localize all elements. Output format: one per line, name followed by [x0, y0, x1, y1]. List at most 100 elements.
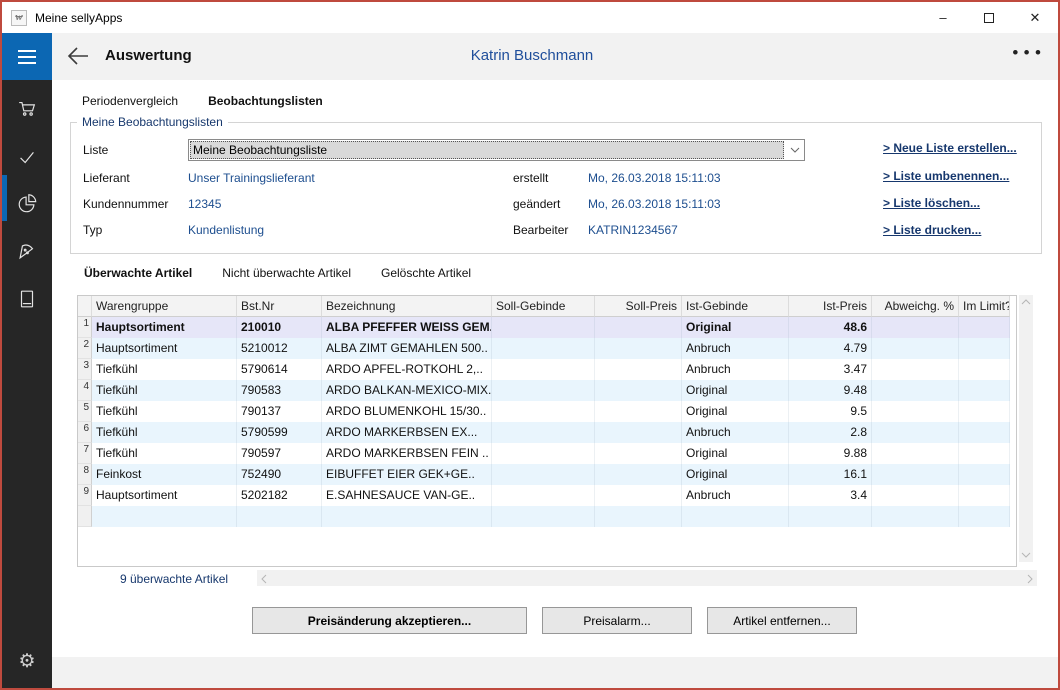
- tab-nicht-ueberwachte-artikel[interactable]: Nicht überwachte Artikel: [222, 266, 351, 280]
- maximize-icon[interactable]: [966, 2, 1012, 33]
- column-header-soll_preis[interactable]: Soll-Preis: [595, 296, 682, 317]
- cell-soll_preis[interactable]: [595, 359, 682, 380]
- cell-soll_gebinde[interactable]: [492, 443, 595, 464]
- cell-ist_gebinde[interactable]: Anbruch: [682, 422, 789, 443]
- cell-ist_preis[interactable]: 3.4: [789, 485, 872, 506]
- cell-ist_preis[interactable]: 9.48: [789, 380, 872, 401]
- cell-abweichg[interactable]: [872, 464, 959, 485]
- cell-bstnr[interactable]: 5210012: [237, 338, 322, 359]
- column-header-ist_gebinde[interactable]: Ist-Gebinde: [682, 296, 789, 317]
- cell-soll_gebinde[interactable]: [492, 359, 595, 380]
- gear-icon[interactable]: ⚙: [2, 650, 52, 680]
- back-arrow-icon[interactable]: [66, 45, 92, 69]
- horizontal-scrollbar[interactable]: [257, 570, 1037, 586]
- cell-bezeichnung[interactable]: E.SAHNESAUCE VAN-GE..: [322, 485, 492, 506]
- cell-soll_preis[interactable]: [595, 464, 682, 485]
- cell-warengruppe[interactable]: Tiefkühl: [92, 422, 237, 443]
- cell-im_limit[interactable]: [959, 359, 1010, 380]
- preisalarm-button[interactable]: Preisalarm...: [542, 607, 692, 634]
- chevron-down-icon[interactable]: [785, 140, 804, 160]
- cell-bezeichnung[interactable]: ARDO BALKAN-MEXICO-MIX..: [322, 380, 492, 401]
- cell-abweichg[interactable]: [872, 359, 959, 380]
- cell-im_limit[interactable]: [959, 338, 1010, 359]
- cell-soll_preis[interactable]: [595, 401, 682, 422]
- cell-soll_gebinde[interactable]: [492, 380, 595, 401]
- cell-bezeichnung[interactable]: ALBA PFEFFER WEISS GEM..: [322, 317, 492, 338]
- hamburger-menu-icon[interactable]: [2, 33, 52, 80]
- cell-soll_gebinde[interactable]: [492, 464, 595, 485]
- cell-bstnr[interactable]: 790583: [237, 380, 322, 401]
- pizza-slice-icon[interactable]: [2, 231, 52, 271]
- column-header-bezeichnung[interactable]: Bezeichnung: [322, 296, 492, 317]
- artikel-entfernen-button[interactable]: Artikel entfernen...: [707, 607, 857, 634]
- tab-beobachtungslisten[interactable]: Beobachtungslisten: [208, 94, 323, 108]
- cell-bstnr[interactable]: 210010: [237, 317, 322, 338]
- cell-warengruppe[interactable]: [92, 506, 237, 527]
- cell-bezeichnung[interactable]: ARDO MARKERBSEN FEIN ..: [322, 443, 492, 464]
- cell-soll_gebinde[interactable]: [492, 317, 595, 338]
- cell-warengruppe[interactable]: Hauptsortiment: [92, 317, 237, 338]
- cell-ist_gebinde[interactable]: Original: [682, 380, 789, 401]
- cell-bstnr[interactable]: [237, 506, 322, 527]
- table-row[interactable]: 5Tiefkühl790137ARDO BLUMENKOHL 15/30..Or…: [78, 401, 1016, 422]
- cell-ist_gebinde[interactable]: [682, 506, 789, 527]
- cell-bezeichnung[interactable]: ALBA ZIMT GEMAHLEN 500..: [322, 338, 492, 359]
- cell-ist_gebinde[interactable]: Anbruch: [682, 485, 789, 506]
- shopping-cart-icon[interactable]: [2, 89, 52, 129]
- cell-soll_gebinde[interactable]: [492, 485, 595, 506]
- table-row[interactable]: 8Feinkost752490EIBUFFET EIER GEK+GE..Ori…: [78, 464, 1016, 485]
- cell-ist_preis[interactable]: 9.5: [789, 401, 872, 422]
- pie-chart-icon[interactable]: [2, 183, 52, 223]
- cell-bstnr[interactable]: 752490: [237, 464, 322, 485]
- cell-soll_preis[interactable]: [595, 485, 682, 506]
- cell-soll_preis[interactable]: [595, 380, 682, 401]
- cell-soll_gebinde[interactable]: [492, 401, 595, 422]
- cell-warengruppe[interactable]: Tiefkühl: [92, 380, 237, 401]
- table-row[interactable]: 1Hauptsortiment210010ALBA PFEFFER WEISS …: [78, 317, 1016, 338]
- cell-soll_preis[interactable]: [595, 506, 682, 527]
- more-options-icon[interactable]: • • •: [1012, 43, 1042, 63]
- cell-ist_gebinde[interactable]: Original: [682, 401, 789, 422]
- cell-bstnr[interactable]: 5790599: [237, 422, 322, 443]
- link-liste-drucken[interactable]: > Liste drucken...: [883, 223, 981, 237]
- cell-soll_gebinde[interactable]: [492, 338, 595, 359]
- column-header-soll_gebinde[interactable]: Soll-Gebinde: [492, 296, 595, 317]
- cell-ist_preis[interactable]: 4.79: [789, 338, 872, 359]
- cell-im_limit[interactable]: [959, 464, 1010, 485]
- cell-abweichg[interactable]: [872, 317, 959, 338]
- column-header-im_limit[interactable]: Im Limit?: [959, 296, 1010, 317]
- cell-ist_preis[interactable]: 16.1: [789, 464, 872, 485]
- cell-abweichg[interactable]: [872, 485, 959, 506]
- cell-ist_preis[interactable]: 2.8: [789, 422, 872, 443]
- cell-ist_preis[interactable]: 48.6: [789, 317, 872, 338]
- cell-bstnr[interactable]: 790137: [237, 401, 322, 422]
- cell-ist_gebinde[interactable]: Anbruch: [682, 359, 789, 380]
- cell-abweichg[interactable]: [872, 443, 959, 464]
- cell-ist_gebinde[interactable]: Original: [682, 443, 789, 464]
- cell-bezeichnung[interactable]: ARDO APFEL-ROTKOHL 2,..: [322, 359, 492, 380]
- cell-bstnr[interactable]: 5202182: [237, 485, 322, 506]
- vertical-scrollbar[interactable]: [1019, 295, 1033, 562]
- table-row[interactable]: 9Hauptsortiment5202182E.SAHNESAUCE VAN-G…: [78, 485, 1016, 506]
- cell-soll_gebinde[interactable]: [492, 422, 595, 443]
- column-header-abweichg[interactable]: Abweichg. %: [872, 296, 959, 317]
- link-liste-umbenennen[interactable]: > Liste umbenennen...: [883, 169, 1009, 183]
- cell-bstnr[interactable]: 5790614: [237, 359, 322, 380]
- cell-abweichg[interactable]: [872, 338, 959, 359]
- cell-im_limit[interactable]: [959, 317, 1010, 338]
- cell-soll_preis[interactable]: [595, 422, 682, 443]
- table-row[interactable]: 4Tiefkühl790583ARDO BALKAN-MEXICO-MIX..O…: [78, 380, 1016, 401]
- cell-abweichg[interactable]: [872, 506, 959, 527]
- cell-warengruppe[interactable]: Tiefkühl: [92, 401, 237, 422]
- cell-soll_preis[interactable]: [595, 443, 682, 464]
- cell-im_limit[interactable]: [959, 506, 1010, 527]
- cell-ist_preis[interactable]: [789, 506, 872, 527]
- cell-im_limit[interactable]: [959, 422, 1010, 443]
- cell-bezeichnung[interactable]: [322, 506, 492, 527]
- book-icon[interactable]: [2, 279, 52, 319]
- link-liste-loeschen[interactable]: > Liste löschen...: [883, 196, 980, 210]
- cell-abweichg[interactable]: [872, 401, 959, 422]
- cell-soll_preis[interactable]: [595, 317, 682, 338]
- table-row[interactable]: [78, 506, 1016, 527]
- cell-ist_gebinde[interactable]: Original: [682, 317, 789, 338]
